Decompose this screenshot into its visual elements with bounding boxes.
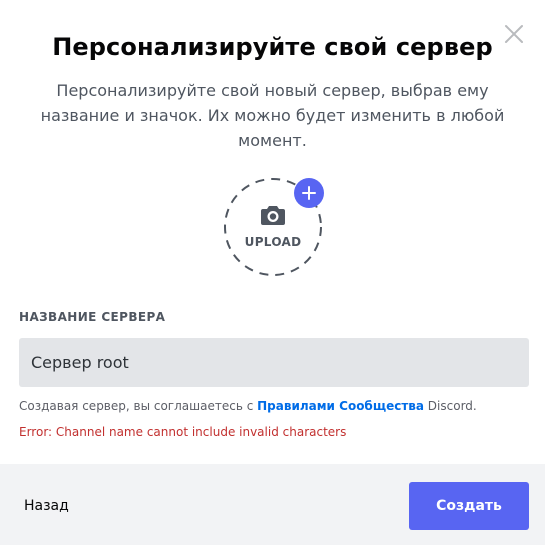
camera-icon	[261, 206, 285, 225]
modal-subtitle: Персонализируйте свой новый сервер, выбр…	[40, 81, 505, 150]
server-name-input[interactable]	[19, 338, 529, 387]
upload-label: UPLOAD	[244, 235, 302, 249]
community-guidelines-link[interactable]: Правилами Сообщества	[257, 399, 424, 413]
back-button[interactable]: Назад	[10, 484, 83, 528]
terms-suffix: Discord.	[423, 399, 477, 413]
add-icon-badge[interactable]	[294, 178, 324, 208]
terms-prefix: Создавая сервер, вы соглашаетесь с	[19, 399, 258, 413]
modal-title: Персонализируйте свой сервер	[52, 33, 493, 61]
error-message: Error: Channel name cannot include inval…	[19, 425, 347, 439]
plus-icon	[302, 186, 316, 200]
create-button[interactable]: Создать	[409, 482, 529, 530]
server-name-label: НАЗВАНИЕ СЕРВЕРА	[19, 310, 166, 324]
terms-text: Создавая сервер, вы соглашаетесь с Прави…	[19, 399, 477, 413]
modal-footer: Назад Создать	[0, 464, 545, 545]
create-server-modal: Персонализируйте свой сервер Персонализи…	[0, 0, 545, 545]
